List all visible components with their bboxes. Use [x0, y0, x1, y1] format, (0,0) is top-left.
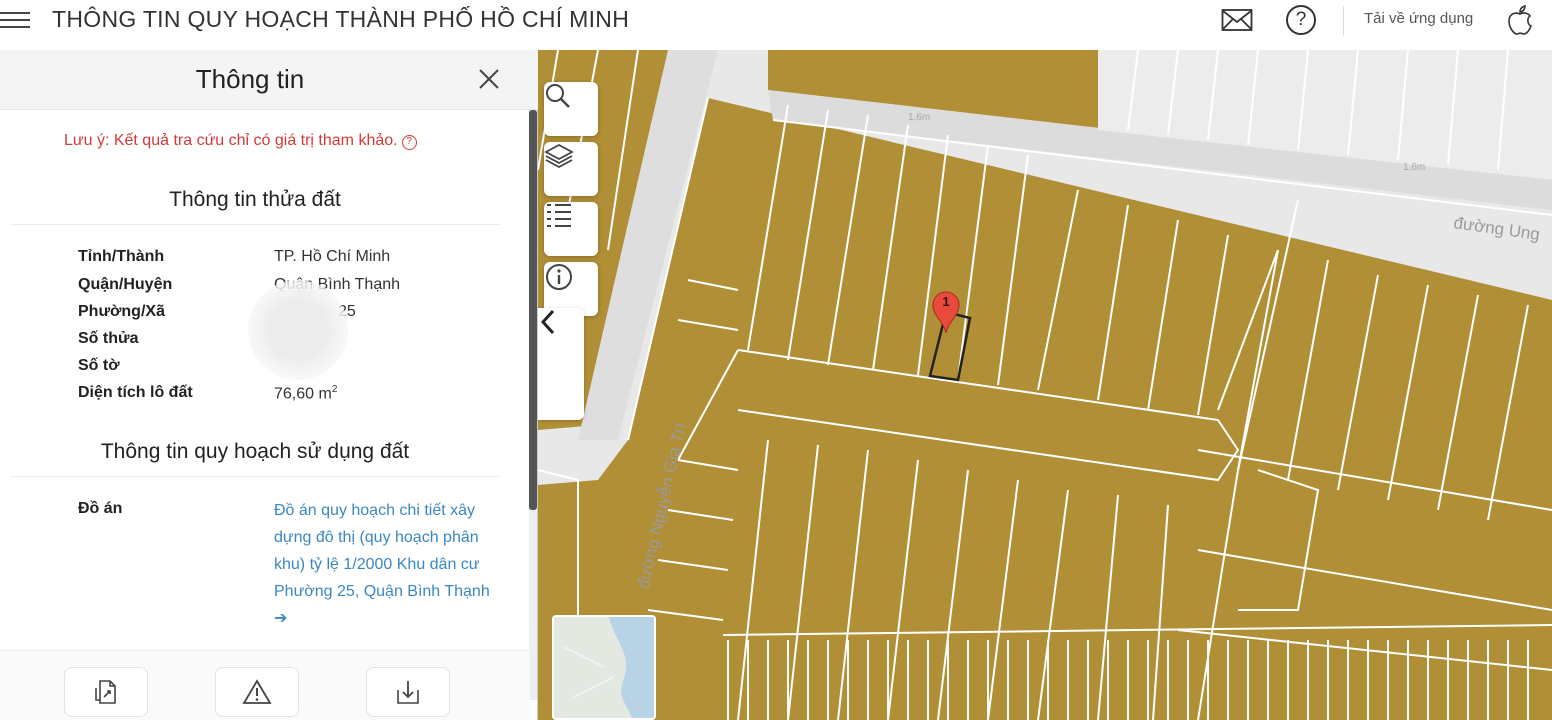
panel-header: Thông tin	[0, 50, 538, 110]
redaction-blur	[248, 280, 348, 380]
download-icon	[397, 681, 419, 704]
minimap[interactable]	[552, 615, 656, 720]
plan-link[interactable]: Đồ án quy hoạch chi tiết xây dựng đô thị…	[274, 497, 494, 632]
land-section-title: Thông tin thửa đất	[169, 188, 341, 211]
map-view[interactable]: đường Nguyễn Gia Trí đường Ung 1,6m 1,6m…	[538, 50, 1552, 720]
divider	[1343, 6, 1344, 36]
label-district: Quận/Huyện	[78, 276, 173, 293]
divider	[10, 224, 500, 225]
label-sheet-number: Số tờ	[78, 357, 120, 374]
help-icon[interactable]: ?	[1284, 4, 1318, 36]
arrow-right-icon: ➔	[274, 610, 288, 627]
apple-icon[interactable]	[1503, 4, 1537, 36]
report-button[interactable]	[215, 667, 299, 717]
map-canvas: đường Nguyễn Gia Trí đường Ung 1,6m 1,6m	[538, 50, 1552, 720]
scrollbar[interactable]	[529, 110, 537, 700]
area-number: 76,60 m	[274, 385, 332, 403]
panel-footer	[0, 650, 530, 720]
mail-icon[interactable]	[1220, 4, 1254, 36]
panel-title: Thông tin	[195, 64, 305, 94]
download-button[interactable]	[366, 667, 450, 717]
document-button[interactable]	[64, 667, 148, 717]
width-label: 1,6m	[1403, 162, 1425, 173]
layers-icon[interactable]	[544, 142, 598, 196]
plan-link-text: Đồ án quy hoạch chi tiết xây dựng đô thị…	[274, 502, 490, 600]
chevron-left-icon	[540, 309, 555, 335]
label-plan: Đồ án	[78, 500, 123, 517]
label-area: Diện tích lô đất	[78, 384, 193, 401]
label-parcel-number: Số thửa	[78, 330, 139, 347]
search-icon[interactable]	[544, 82, 598, 136]
disclaimer-note: Lưu ý: Kết quả tra cứu chỉ có giá trị th…	[64, 132, 417, 150]
download-app-link[interactable]: Tải về ứng dụng	[1364, 10, 1473, 27]
planning-section-title: Thông tin quy hoạch sử dụng đất	[100, 440, 410, 463]
disclaimer-text: Lưu ý: Kết quả tra cứu chỉ có giá trị th…	[64, 132, 398, 149]
app-title: THÔNG TIN QUY HOẠCH THÀNH PHỐ HỒ CHÍ MIN…	[52, 6, 630, 32]
area-unit-sup: 2	[331, 384, 338, 395]
help-small-icon[interactable]: ?	[401, 135, 417, 150]
divider	[10, 476, 500, 477]
street-label-nguyen-gia-tri: đường Nguyễn Gia Trí	[633, 421, 690, 591]
collapse-panel-button[interactable]	[538, 308, 584, 420]
value-area: 76,60 m2	[274, 384, 337, 403]
document-icon	[95, 680, 116, 704]
scroll-thumb[interactable]	[529, 110, 537, 510]
list-icon[interactable]	[544, 202, 598, 256]
location-marker[interactable]: 1	[931, 290, 961, 334]
top-bar: THÔNG TIN QUY HOẠCH THÀNH PHỐ HỒ CHÍ MIN…	[0, 0, 1552, 40]
value-province: TP. Hồ Chí Minh	[274, 248, 391, 265]
warning-icon	[242, 679, 272, 704]
marker-number: 1	[942, 294, 950, 309]
close-icon[interactable]	[474, 64, 504, 94]
info-panel: Thông tin Lưu ý: Kết quả tra cứu chỉ có …	[0, 50, 538, 720]
label-province: Tỉnh/Thành	[78, 248, 165, 265]
label-ward: Phường/Xã	[78, 303, 165, 320]
menu-icon[interactable]	[0, 7, 32, 33]
width-label: 1,6m	[908, 112, 930, 123]
